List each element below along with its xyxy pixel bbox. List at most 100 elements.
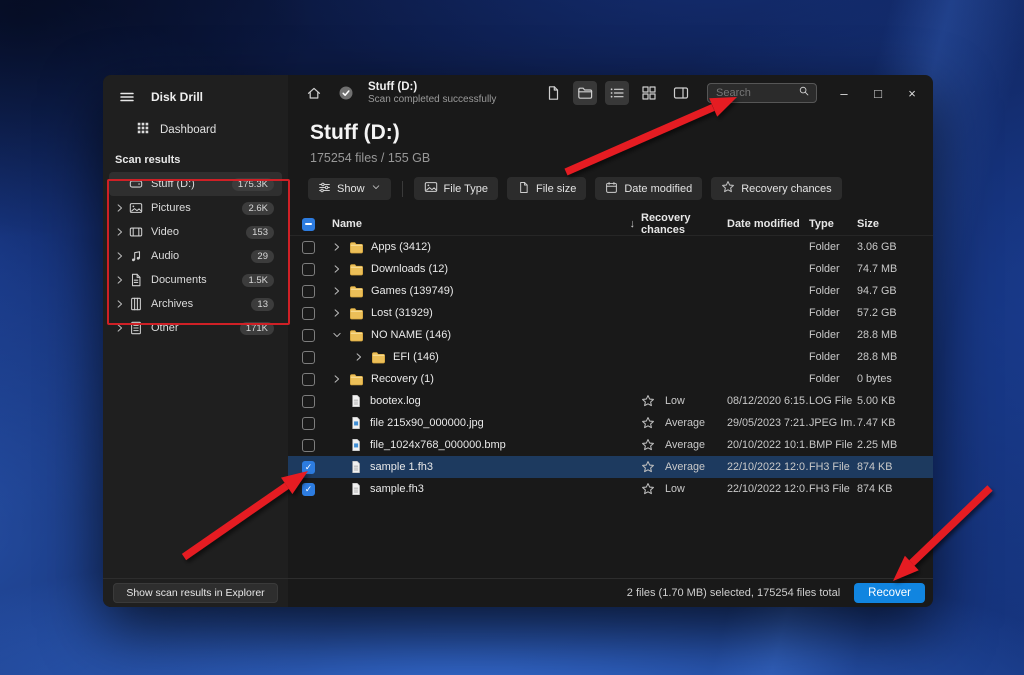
- chevron-right-icon[interactable]: [115, 275, 129, 285]
- recovery-star-half-icon: [641, 460, 656, 475]
- recovery-chance: Average: [665, 439, 706, 451]
- filter-chip-recovery-chances[interactable]: Recovery chances: [711, 177, 842, 200]
- row-checkbox[interactable]: [302, 416, 315, 430]
- sidebar-item-audio[interactable]: Audio 29: [109, 244, 282, 268]
- file-size: 7.47 KB: [857, 417, 896, 429]
- dashboard-grid-icon: [136, 121, 150, 138]
- search-box[interactable]: [707, 83, 817, 103]
- file-type: Folder: [809, 263, 840, 275]
- show-in-explorer-button[interactable]: Show scan results in Explorer: [113, 583, 278, 603]
- folder-view-icon[interactable]: [573, 81, 597, 105]
- chevron-right-icon[interactable]: [115, 251, 129, 261]
- pictures-icon: [129, 201, 151, 215]
- sort-descending-icon[interactable]: ↓: [630, 218, 636, 230]
- sidebar-item-label: Other: [151, 322, 179, 334]
- row-checkbox[interactable]: [302, 284, 315, 298]
- minimize-button[interactable]: –: [831, 81, 857, 105]
- table-row[interactable]: ✓ sample 1.fh3 Average 22/10/2022 12:0… FH3 …: [288, 456, 933, 478]
- filter-chip-file-size[interactable]: File size: [506, 177, 587, 200]
- column-size[interactable]: Size: [857, 218, 921, 230]
- row-checkbox[interactable]: [302, 350, 315, 364]
- folder-icon: [349, 306, 364, 321]
- table-row[interactable]: ✓ sample.fh3 Low 22/10/2022 12:0… FH3 File 87…: [288, 478, 933, 500]
- sidebar-item-stuff[interactable]: Stuff (D:) 175.3K: [109, 172, 282, 196]
- other-icon: [129, 321, 151, 335]
- table-row[interactable]: Lost (31929) Folder 57.2 GB: [288, 302, 933, 324]
- grid-view-icon[interactable]: [637, 81, 661, 105]
- chevron-right-icon[interactable]: [115, 323, 129, 333]
- folder-icon: [349, 372, 364, 387]
- recovery-chance: Low: [665, 483, 685, 495]
- filter-chip-file-type[interactable]: File Type: [413, 177, 498, 200]
- show-label: Show: [337, 182, 365, 195]
- count-badge: 29: [251, 249, 274, 263]
- sidebar-item-label: Audio: [151, 250, 180, 262]
- row-checkbox[interactable]: [302, 262, 315, 276]
- file-type: JPEG Im…: [809, 417, 857, 429]
- table-row[interactable]: Downloads (12) Folder 74.7 MB: [288, 258, 933, 280]
- table-row[interactable]: Apps (3412) Folder 3.06 GB: [288, 236, 933, 258]
- chevron-down-icon[interactable]: [332, 330, 342, 340]
- recovery-chance: Average: [665, 461, 706, 473]
- select-all-checkbox[interactable]: [302, 217, 315, 231]
- table-row[interactable]: NO NAME (146) Folder 28.8 MB: [288, 324, 933, 346]
- row-checkbox[interactable]: [302, 306, 315, 320]
- sidebar-item-video[interactable]: Video 153: [109, 220, 282, 244]
- file-size: 874 KB: [857, 461, 893, 473]
- file-size: 3.06 GB: [857, 241, 897, 253]
- folder-icon: [371, 350, 386, 365]
- sidebar-item-other[interactable]: Other 171K: [109, 316, 282, 340]
- table-row[interactable]: file 215x90_000000.jpg Average 29/05/2023 …: [288, 412, 933, 434]
- list-view-icon[interactable]: [605, 81, 629, 105]
- table-row[interactable]: bootex.log Low 08/12/2020 6:15… LOG File 5.0…: [288, 390, 933, 412]
- panel-view-icon[interactable]: [669, 81, 693, 105]
- chevron-right-icon[interactable]: [115, 227, 129, 237]
- sidebar-item-documents[interactable]: Documents 1.5K: [109, 268, 282, 292]
- recovery-star-outline-icon: [641, 394, 656, 409]
- table-row[interactable]: EFI (146) Folder 28.8 MB: [288, 346, 933, 368]
- file-name: NO NAME (146): [371, 329, 452, 341]
- file-name: sample 1.fh3: [370, 461, 433, 473]
- row-checkbox[interactable]: ✓: [302, 482, 315, 496]
- filter-chip-label: File Type: [443, 182, 488, 195]
- column-date-modified[interactable]: Date modified: [727, 218, 809, 230]
- sidebar-item-archives[interactable]: Archives 13: [109, 292, 282, 316]
- recover-button[interactable]: Recover: [854, 583, 925, 603]
- table-row[interactable]: file_1024x768_000000.bmp Average 20/10/202…: [288, 434, 933, 456]
- close-button[interactable]: ×: [899, 81, 925, 105]
- chevron-right-icon[interactable]: [332, 242, 342, 252]
- table-row[interactable]: Games (139749) Folder 94.7 GB: [288, 280, 933, 302]
- show-dropdown-button[interactable]: Show: [308, 177, 391, 200]
- folder-icon: [349, 240, 364, 255]
- chevron-right-icon[interactable]: [332, 264, 342, 274]
- maximize-button[interactable]: □: [865, 81, 891, 105]
- titlebar: Stuff (D:) Scan completed successfully –…: [288, 75, 933, 111]
- chevron-right-icon[interactable]: [354, 352, 364, 362]
- row-checkbox[interactable]: [302, 438, 315, 452]
- hamburger-menu-icon[interactable]: [115, 85, 139, 109]
- table-row[interactable]: Recovery (1) Folder 0 bytes: [288, 368, 933, 390]
- column-recovery-chances[interactable]: Recovery chances: [641, 212, 727, 236]
- column-type[interactable]: Type: [809, 218, 857, 230]
- home-icon[interactable]: [302, 81, 326, 105]
- chevron-right-icon[interactable]: [332, 308, 342, 318]
- column-name[interactable]: Name: [332, 218, 362, 230]
- file-view-icon[interactable]: [541, 81, 565, 105]
- titlebar-scan-status: Scan completed successfully: [368, 93, 497, 105]
- search-input[interactable]: [714, 86, 798, 100]
- chevron-right-icon[interactable]: [332, 374, 342, 384]
- row-checkbox[interactable]: ✓: [302, 460, 315, 474]
- date-modified: 22/10/2022 12:0…: [727, 483, 809, 495]
- row-checkbox[interactable]: [302, 328, 315, 342]
- sidebar-item-dashboard[interactable]: Dashboard: [103, 113, 288, 146]
- sidebar-item-pictures[interactable]: Pictures 2.6K: [109, 196, 282, 220]
- filter-chip-date-modified[interactable]: Date modified: [595, 177, 703, 200]
- sidebar-item-label: Archives: [151, 298, 194, 310]
- row-checkbox[interactable]: [302, 372, 315, 386]
- row-checkbox[interactable]: [302, 240, 315, 254]
- recovery-star-outline-icon: [641, 482, 656, 497]
- chevron-right-icon[interactable]: [115, 203, 129, 213]
- row-checkbox[interactable]: [302, 394, 315, 408]
- chevron-right-icon[interactable]: [115, 299, 129, 309]
- chevron-right-icon[interactable]: [332, 286, 342, 296]
